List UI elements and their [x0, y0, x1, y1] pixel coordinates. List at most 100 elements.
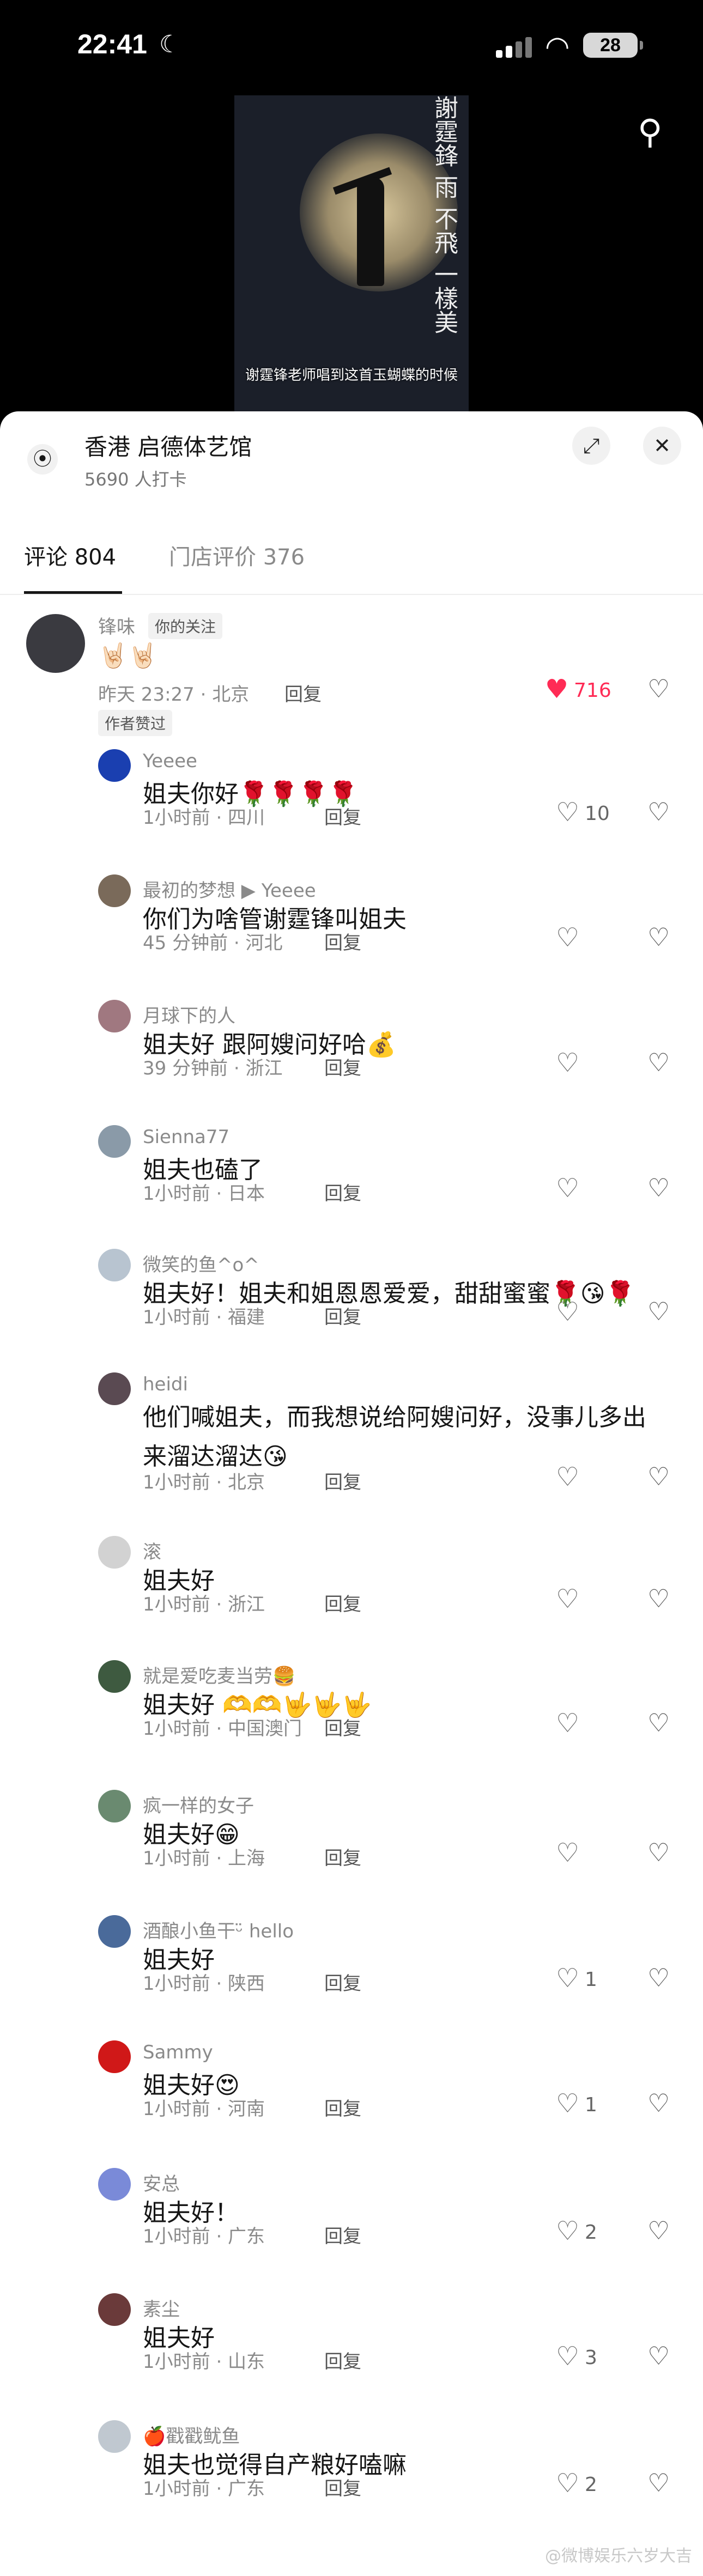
like-button[interactable]: ♡ 10 [556, 799, 610, 827]
reply-button[interactable]: 回复 [284, 679, 322, 706]
like-button[interactable]: ♡ 3 [556, 2343, 597, 2371]
reply-username[interactable]: 疯一样的女子 [143, 1791, 254, 1818]
reply-comment: 微笑的鱼^o^ 姐夫好！姐夫和姐恩恩爱爱，甜甜蜜蜜🌹😘🌹 1小时前 · 福建 回复 ♡ ♡ [0, 1248, 703, 1357]
reply-button[interactable]: 回复 [324, 2347, 361, 2373]
dislike-icon[interactable]: ♡ [647, 1299, 670, 1324]
avatar[interactable] [98, 2293, 131, 2326]
heart-outline-icon: ♡ [556, 1462, 580, 1492]
reply-button[interactable]: 回复 [324, 2474, 361, 2500]
like-button[interactable]: ♡ 1 [556, 2091, 597, 2118]
dislike-icon[interactable]: ♡ [647, 1840, 670, 1865]
search-icon[interactable]: ⚲ [638, 112, 662, 151]
reply-meta: 1小时前 · 河南 [143, 2098, 265, 2120]
reply-button[interactable]: 回复 [324, 803, 361, 829]
avatar[interactable] [98, 874, 131, 907]
dislike-icon[interactable]: ♡ [647, 2470, 670, 2495]
comment-meta: 昨天 23:27 · 北京 [98, 684, 250, 706]
reply-button[interactable]: 回复 [324, 2094, 361, 2121]
reply-username[interactable]: 最初的梦想 ▶ Yeeee [143, 876, 316, 902]
avatar[interactable] [98, 2168, 131, 2201]
reply-button[interactable]: 回复 [324, 1467, 361, 1494]
like-button[interactable]: ♡ 1 [556, 1965, 597, 1993]
avatar[interactable] [98, 1536, 131, 1569]
avatar[interactable] [98, 2040, 131, 2073]
like-button[interactable]: ♡ [556, 1299, 585, 1327]
dislike-icon[interactable]: ♡ [647, 2343, 670, 2368]
dislike-icon[interactable]: ♡ [647, 1464, 670, 1489]
avatar[interactable] [98, 1660, 131, 1693]
avatar[interactable] [26, 614, 85, 673]
avatar[interactable] [98, 749, 131, 782]
avatar[interactable] [98, 1790, 131, 1822]
reply-button[interactable]: 回复 [324, 1714, 361, 1740]
tab-store-reviews[interactable]: 门店评价 376 [169, 539, 305, 571]
reply-button[interactable]: 回复 [324, 1589, 361, 1616]
reply-button[interactable]: 回复 [324, 1053, 361, 1080]
reply-meta: 1小时前 · 浙江 [143, 1594, 265, 1615]
like-button[interactable]: ♡ 2 [556, 2218, 597, 2246]
avatar[interactable] [98, 1915, 131, 1948]
performer [357, 177, 384, 286]
heart-outline-icon: ♡ [556, 2341, 580, 2372]
dislike-icon[interactable]: ♡ [647, 2218, 670, 2243]
like-button[interactable]: ♡ [556, 1175, 585, 1203]
reply-text: 他们喊姐夫，而我想说给阿嫂问好，没事儿多出 [143, 1404, 646, 1431]
reply-button[interactable]: 回复 [324, 1302, 361, 1329]
like-button[interactable]: ♡ [556, 925, 585, 952]
reply-meta: 1小时前 · 广东 [143, 2226, 265, 2247]
dislike-icon[interactable]: ♡ [647, 1710, 670, 1735]
reply-username[interactable]: 酒酿小鱼干ᵕ̈ hello [143, 1916, 294, 1943]
avatar[interactable] [98, 1372, 131, 1405]
like-button[interactable]: ♡ [556, 1464, 585, 1492]
tab-comments[interactable]: 评论 804 [24, 539, 116, 571]
like-button[interactable]: ♡ [556, 1586, 585, 1614]
reply-username[interactable]: Sienna77 [143, 1126, 229, 1148]
reply-button[interactable]: 回复 [324, 2221, 361, 2248]
comment-username[interactable]: 锋味 [98, 612, 135, 639]
author-liked-tag: 作者赞过 [98, 710, 173, 736]
location-name[interactable]: 香港 启德体艺馆 [84, 429, 252, 462]
reply-button[interactable]: 回复 [324, 928, 361, 955]
dislike-icon[interactable]: ♡ [647, 1175, 670, 1200]
heart-outline-icon: ♡ [556, 1838, 580, 1868]
signal-icon [496, 37, 535, 58]
avatar[interactable] [98, 1125, 131, 1158]
reply-username[interactable]: Sammy [143, 2042, 213, 2063]
reply-username[interactable]: 安总 [143, 2169, 180, 2196]
avatar[interactable] [98, 1249, 131, 1281]
reply-username[interactable]: 素尘 [143, 2294, 180, 2321]
avatar[interactable] [98, 1000, 131, 1032]
dislike-icon[interactable]: ♡ [647, 2091, 670, 2116]
expand-icon[interactable]: ⤢ [572, 427, 610, 465]
like-button[interactable]: ♡ [556, 1840, 585, 1868]
close-icon[interactable]: ✕ [643, 427, 681, 465]
avatar[interactable] [98, 2420, 131, 2453]
reply-username[interactable]: 微笑的鱼^o^ [143, 1250, 259, 1277]
reply-meta: 39 分钟前 · 浙江 [143, 1058, 283, 1079]
reply-username[interactable]: Yeeee [143, 750, 197, 772]
dislike-icon[interactable]: ♡ [647, 925, 670, 950]
reply-username[interactable]: heidi [143, 1374, 188, 1395]
heart-outline-icon: ♡ [556, 1584, 580, 1614]
reply-username[interactable]: 滚 [143, 1537, 161, 1564]
reply-button[interactable]: 回复 [324, 1969, 361, 1995]
reply-comment: 素尘 姐夫好 1小时前 · 山东 回复 ♡ 3 ♡ [0, 2292, 703, 2401]
like-button[interactable]: ♡ [556, 1050, 585, 1078]
dislike-icon[interactable]: ♡ [647, 1586, 670, 1611]
reply-username[interactable]: 月球下的人 [143, 1001, 235, 1028]
watermark: @微博娱乐六岁大吉 [545, 2547, 692, 2566]
dislike-icon[interactable]: ♡ [647, 1965, 670, 1990]
like-button[interactable]: ♡ [556, 1710, 585, 1738]
like-button[interactable]: ♡ 2 [556, 2470, 597, 2498]
reply-username[interactable]: 🍎戳戳鱿鱼 [143, 2421, 240, 2448]
reply-username[interactable]: 就是爱吃麦当劳🍔 [143, 1661, 295, 1688]
reply-meta: 1小时前 · 中国澳门 [143, 1718, 302, 1740]
reply-button[interactable]: 回复 [324, 1178, 361, 1205]
dislike-icon[interactable]: ♡ [647, 799, 670, 824]
reply-button[interactable]: 回复 [324, 1843, 361, 1870]
like-button[interactable]: ♥ 716 [545, 676, 611, 704]
video-player[interactable]: 謝霆鋒 雨 不飛 一樣美 谢霆锋老师唱到这首玉蝴蝶的时候 [234, 95, 469, 411]
dislike-icon[interactable]: ♡ [647, 1050, 670, 1075]
dislike-icon[interactable]: ♡ [647, 676, 670, 701]
status-bar: 22:41 ☾ ◠ 28 [0, 0, 703, 93]
